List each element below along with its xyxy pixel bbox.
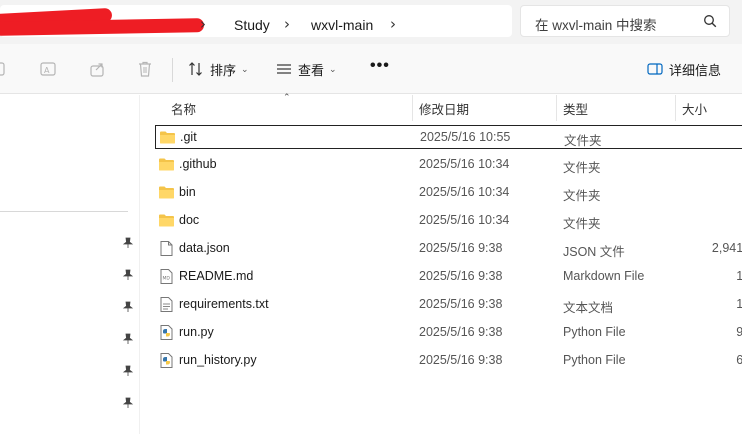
file-name: run_history.py: [179, 353, 257, 367]
breadcrumb-item-study[interactable]: Study: [234, 17, 270, 33]
file-size: 1 K: [736, 297, 742, 311]
file-row[interactable]: run.py 2025/5/16 9:38 Python File 9 K: [155, 321, 742, 345]
file-type: 文件夹: [563, 189, 601, 203]
sort-button[interactable]: 排序 ⌄: [188, 56, 249, 82]
share-icon[interactable]: [89, 60, 107, 78]
file-type: 文件夹: [563, 161, 601, 175]
pin-icon[interactable]: [122, 237, 134, 249]
rename-icon[interactable]: A: [39, 60, 57, 78]
redaction-mark: [0, 18, 205, 36]
file-row[interactable]: .git 2025/5/16 10:55 文件夹: [155, 125, 742, 149]
file-row[interactable]: data.json 2025/5/16 9:38 JSON 文件 2,941 K: [155, 237, 742, 261]
file-modified-date: 2025/5/16 9:38: [419, 241, 503, 255]
sort-up-icon: ⌃: [283, 92, 291, 102]
svg-text:A: A: [44, 66, 50, 75]
column-header-name[interactable]: 名称: [171, 99, 196, 125]
file-modified-date: 2025/5/16 9:38: [419, 353, 503, 367]
file-row[interactable]: requirements.txt 2025/5/16 9:38 文本文档 1 K: [155, 293, 742, 317]
details-pane-button[interactable]: 详细信息: [647, 56, 721, 82]
folder-icon: [159, 186, 174, 199]
column-header-date[interactable]: 修改日期: [419, 99, 469, 125]
sort-label: 排序: [210, 62, 237, 78]
pin-icon[interactable]: [122, 301, 134, 313]
file-modified-date: 2025/5/16 10:55: [420, 130, 511, 144]
address-bar-row: › Study › wxvl-main › 在 wxvl-main 中搜索: [0, 0, 742, 44]
file-row[interactable]: bin 2025/5/16 10:34 文件夹: [155, 181, 742, 205]
markdown-file-icon: MD: [160, 269, 173, 284]
column-divider[interactable]: [556, 95, 557, 121]
navigation-pane[interactable]: [0, 95, 140, 434]
file-type: Python File: [563, 325, 626, 339]
file-name: .git: [180, 130, 197, 144]
file-type: 文件夹: [563, 217, 601, 231]
file-list[interactable]: ⌃ 名称 修改日期 类型 大小 .git 2025/5/16 10:55 文件夹 .g…: [140, 92, 742, 434]
column-header-type[interactable]: 类型: [563, 99, 588, 125]
pin-icon[interactable]: [122, 397, 134, 409]
pin-icon[interactable]: [122, 269, 134, 281]
file-name: README.md: [179, 269, 254, 283]
file-modified-date: 2025/5/16 10:34: [419, 185, 510, 199]
file-name: .github: [179, 157, 217, 171]
sort-icon: [189, 62, 202, 76]
file-row[interactable]: MD README.md 2025/5/16 9:38 Markdown File 1 …: [155, 265, 742, 289]
file-name: run.py: [179, 325, 214, 339]
svg-text:MD: MD: [163, 276, 171, 282]
text-file-icon: [160, 297, 173, 312]
details-label: 详细信息: [669, 62, 722, 78]
column-divider[interactable]: [412, 95, 413, 121]
breadcrumb-item-wxvl-main[interactable]: wxvl-main: [311, 17, 373, 33]
file-type: 文件夹: [564, 134, 602, 148]
address-bar[interactable]: › Study › wxvl-main ›: [0, 5, 512, 37]
toolbar-divider: [172, 58, 173, 82]
chevron-down-icon: ⌄: [329, 63, 337, 74]
file-name: requirements.txt: [179, 297, 269, 311]
file-modified-date: 2025/5/16 9:38: [419, 297, 503, 311]
chevron-down-icon: ⌄: [241, 63, 249, 74]
file-modified-date: 2025/5/16 9:38: [419, 325, 503, 339]
breadcrumb-chevron-icon[interactable]: ›: [390, 15, 396, 33]
file-name: bin: [179, 185, 196, 199]
copy-icon[interactable]: [0, 60, 10, 78]
file-type: 文本文档: [563, 301, 614, 315]
search-placeholder: 在 wxvl-main 中搜索: [535, 18, 657, 33]
view-button[interactable]: 查看 ⌄: [276, 56, 337, 82]
file-row[interactable]: run_history.py 2025/5/16 9:38 Python File 6…: [155, 349, 742, 373]
file-size: 1 K: [736, 269, 742, 283]
column-divider[interactable]: [675, 95, 676, 121]
pin-icon[interactable]: [122, 333, 134, 345]
breadcrumb-chevron-icon[interactable]: ›: [200, 15, 206, 33]
file-type: Markdown File: [563, 269, 645, 283]
details-pane-icon: [647, 63, 663, 75]
folder-icon: [160, 131, 175, 144]
python-file-icon: [160, 353, 173, 368]
nav-divider: [0, 211, 128, 212]
file-modified-date: 2025/5/16 10:34: [419, 213, 510, 227]
file-size: 2,941 K: [711, 241, 742, 255]
file-row[interactable]: doc 2025/5/16 10:34 文件夹: [155, 209, 742, 233]
pin-icon[interactable]: [122, 365, 134, 377]
breadcrumb-chevron-icon[interactable]: ›: [284, 15, 290, 33]
file-modified-date: 2025/5/16 9:38: [419, 269, 503, 283]
delete-icon[interactable]: [136, 60, 154, 78]
python-file-icon: [160, 325, 173, 340]
file-name: doc: [179, 213, 200, 227]
file-row[interactable]: .github 2025/5/16 10:34 文件夹: [155, 153, 742, 177]
file-icon: [160, 241, 173, 256]
file-type: Python File: [563, 353, 626, 367]
view-icon: [277, 64, 291, 74]
view-label: 查看: [298, 62, 325, 78]
folder-icon: [159, 158, 174, 171]
file-name: data.json: [179, 241, 230, 255]
file-size: 9 K: [736, 325, 742, 339]
column-header-size[interactable]: 大小: [682, 99, 707, 125]
file-modified-date: 2025/5/16 10:34: [419, 157, 510, 171]
command-bar: A 排序 ⌄ 查看 ⌄ ••• 详细信息: [0, 44, 742, 94]
more-options-button[interactable]: •••: [370, 57, 390, 75]
file-size: 6 K: [736, 353, 742, 367]
folder-icon: [159, 214, 174, 227]
search-icon[interactable]: [703, 14, 717, 28]
file-type: JSON 文件: [563, 245, 625, 259]
search-input[interactable]: 在 wxvl-main 中搜索: [520, 5, 730, 37]
